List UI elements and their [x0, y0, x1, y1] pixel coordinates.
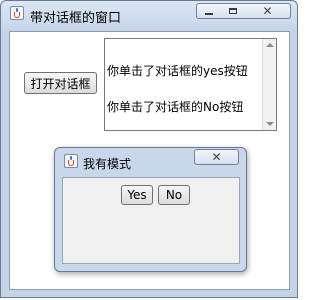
modal-dialog: 我有模式 ✕ Yes No — [54, 147, 247, 272]
log-text: 你单击了对话框的yes按钮 你单击了对话框的No按钮 — [107, 41, 248, 137]
minimize-button[interactable] — [196, 3, 222, 19]
close-icon: ✕ — [211, 150, 222, 164]
minimize-icon — [205, 13, 213, 15]
yes-button[interactable]: Yes — [121, 185, 153, 205]
dialog-close-button[interactable]: ✕ — [194, 149, 239, 165]
close-button[interactable]: ✕ — [245, 3, 291, 19]
maximize-icon — [229, 8, 237, 14]
main-titlebar[interactable]: 带对话框的窗口 ✕ — [1, 1, 297, 29]
close-icon: ✕ — [262, 4, 273, 18]
scroll-up-icon[interactable] — [266, 43, 274, 47]
scroll-down-icon[interactable] — [266, 122, 274, 126]
log-text-area[interactable]: 你单击了对话框的yes按钮 你单击了对话框的No按钮 — [104, 38, 277, 131]
dialog-client-area: Yes No — [62, 177, 240, 264]
main-window-title: 带对话框的窗口 — [30, 11, 122, 26]
java-cup-shape — [14, 12, 20, 18]
vertical-scrollbar[interactable] — [262, 39, 276, 130]
open-dialog-button[interactable]: 打开对话框 — [24, 72, 97, 94]
maximize-button[interactable] — [221, 3, 246, 19]
dialog-title: 我有模式 — [83, 157, 132, 171]
dialog-java-cup-icon — [64, 154, 78, 168]
no-button[interactable]: No — [158, 185, 190, 205]
java-cup-icon — [10, 6, 24, 20]
java-cup-shape — [68, 160, 74, 166]
log-line-2: 你单击了对话框的No按钮 — [107, 100, 244, 114]
log-line-1: 你单击了对话框的yes按钮 — [107, 64, 248, 78]
